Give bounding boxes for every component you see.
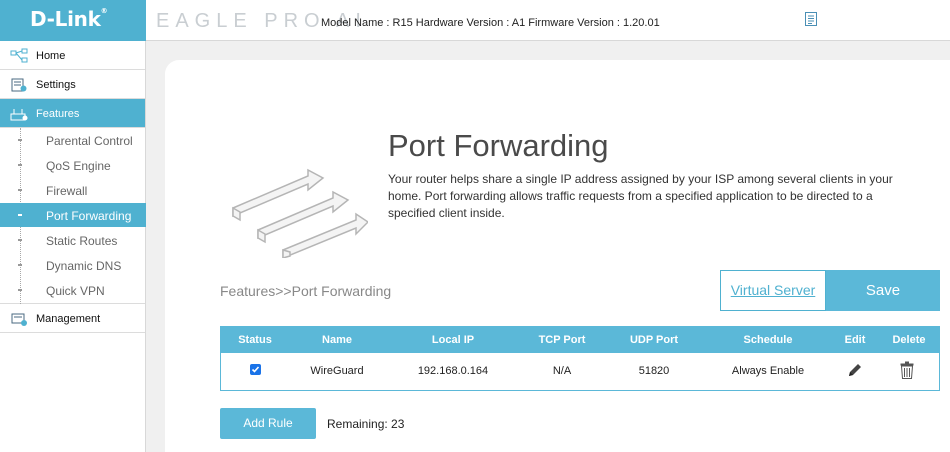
sidebar-item-features[interactable]: Features [0,99,145,128]
page-title: Port Forwarding [388,128,609,163]
sidebar-item-home[interactable]: Home [0,41,145,70]
column-header-udp-port: UDP Port [629,334,679,346]
sidebar-subitem-parental-control[interactable]: Parental Control [0,128,146,152]
sidebar-subitem-dynamic-dns[interactable]: Dynamic DNS [0,253,146,277]
column-header-local-ip: Local IP [431,334,475,346]
sidebar: Home Settings Features Parental Control … [0,41,146,452]
breadcrumb: Features>>Port Forwarding [220,283,392,299]
dlink-logo: D-Link® [0,0,146,41]
model-info: Model Name : R15 Hardware Version : A1 F… [321,17,660,29]
virtual-server-button[interactable]: Virtual Server [720,270,826,311]
sidebar-subitem-qos-engine[interactable]: QoS Engine [0,153,146,177]
sidebar-item-label: Features [36,108,80,120]
top-header: D-Link® EAGLE PRO AI Model Name : R15 Ha… [0,0,950,41]
column-header-name: Name [322,334,352,346]
sidebar-subitem-port-forwarding[interactable]: Port Forwarding [0,203,146,227]
column-header-delete: Delete [892,334,926,346]
document-icon[interactable] [803,11,819,27]
sidebar-subitem-quick-vpn[interactable]: Quick VPN [0,278,146,302]
table-row: WireGuard 192.168.0.164 N/A 51820 Always… [221,353,939,390]
rule-local-ip: 192.168.0.164 [417,365,489,377]
rule-name: WireGuard [310,365,364,377]
add-rule-button[interactable]: Add Rule [220,408,316,439]
sidebar-item-label: Management [36,313,101,325]
rule-schedule: Always Enable [731,365,805,377]
table-header: Status Name Local IP TCP Port UDP Port S… [221,327,939,353]
edit-pencil-icon[interactable] [847,362,863,378]
settings-icon [11,78,27,92]
sidebar-subitem-firewall[interactable]: Firewall [0,178,146,202]
column-header-edit: Edit [844,334,866,346]
column-header-tcp-port: TCP Port [538,334,586,346]
sidebar-item-label: Settings [36,79,76,91]
home-network-icon [10,48,28,63]
save-button[interactable]: Save [826,270,940,311]
page-description: Your router helps share a single IP addr… [388,172,893,220]
port-forwarding-arrows-icon [232,168,368,258]
sidebar-subitem-static-routes[interactable]: Static Routes [0,228,146,252]
sidebar-item-settings[interactable]: Settings [0,70,145,99]
features-icon [10,109,28,121]
features-submenu: Parental Control QoS Engine Firewall Por… [0,128,146,304]
column-header-schedule: Schedule [743,334,793,346]
sidebar-item-management[interactable]: Management [0,304,145,333]
rule-udp-port: 51820 [638,365,670,377]
rule-tcp-port: N/A [552,365,572,377]
trash-icon[interactable] [900,361,914,379]
status-checkbox[interactable] [250,364,261,375]
port-forwarding-table: Status Name Local IP TCP Port UDP Port S… [220,326,940,391]
remaining-count: Remaining: 23 [327,417,405,431]
sidebar-item-label: Home [36,50,66,62]
management-icon [11,313,27,326]
column-header-status: Status [238,334,272,346]
